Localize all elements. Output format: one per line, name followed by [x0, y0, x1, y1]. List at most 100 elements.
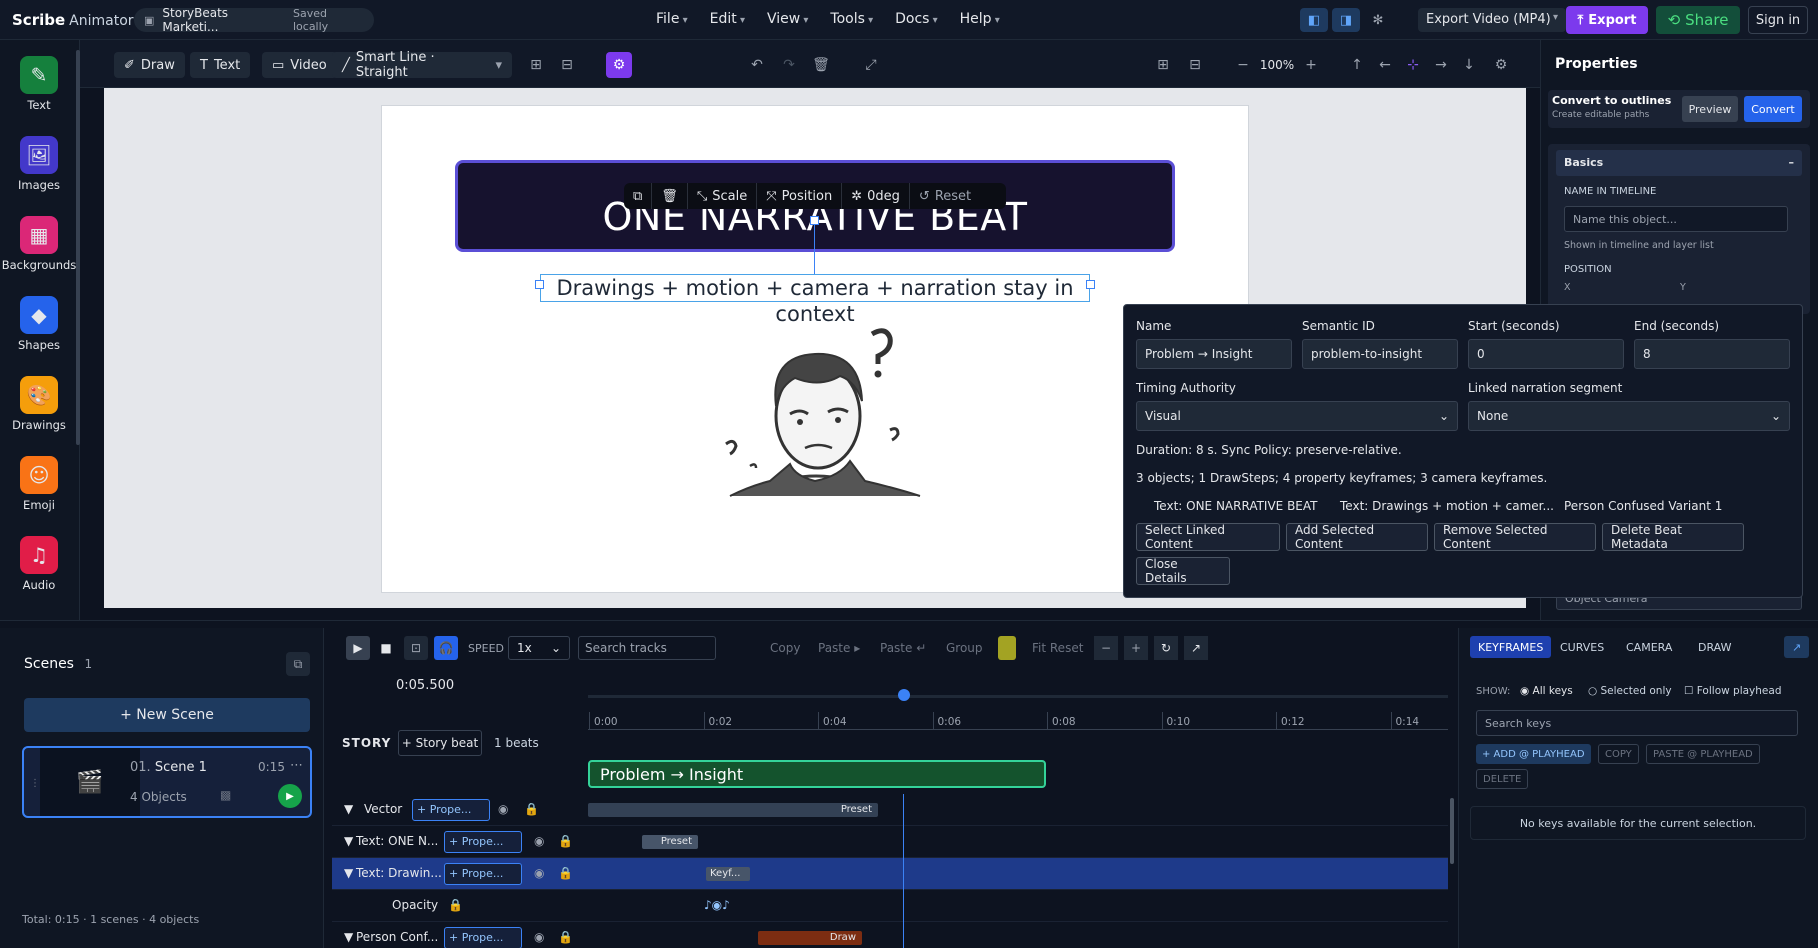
track-row[interactable]: Opacity 🔒 ♪◉♪	[332, 890, 1448, 922]
canvas-settings-icon[interactable]: ⚙	[1488, 52, 1514, 78]
lock-icon[interactable]: 🔒	[558, 834, 573, 848]
search-tracks-input[interactable]: Search tracks	[578, 636, 716, 660]
radio-all-keys[interactable]: ◉ All keys	[1520, 685, 1573, 697]
duplicate-icon[interactable]: ⧉	[624, 183, 653, 209]
layout-left-icon[interactable]: ◧	[1300, 8, 1328, 32]
menu-docs[interactable]: Docs	[887, 11, 946, 27]
story-beat-clip[interactable]: Problem → Insight	[588, 760, 1046, 788]
text-button[interactable]: T Text	[190, 52, 251, 78]
track-property-select[interactable]: + Prope...	[412, 799, 490, 821]
fullscreen-icon[interactable]: ⤢	[858, 52, 884, 78]
video-button[interactable]: ▭ Video	[262, 52, 337, 78]
arrow-up-icon[interactable]: ↑	[1344, 52, 1370, 78]
tool-backgrounds[interactable]: ▦ Backgrounds	[0, 216, 78, 272]
playhead-handle[interactable]	[898, 689, 910, 701]
fit-reset-button[interactable]: Fit Reset	[1032, 636, 1083, 660]
zoom-in-icon[interactable]: +	[1298, 52, 1324, 78]
delete-keys-button[interactable]: DELETE	[1476, 769, 1529, 789]
position-button[interactable]: ⤧ Position	[757, 183, 843, 209]
visibility-icon[interactable]: ◉	[498, 802, 508, 816]
signin-button[interactable]: Sign in	[1748, 6, 1808, 34]
anchor-handle[interactable]	[810, 216, 819, 225]
close-details-button[interactable]: Close Details	[1136, 557, 1230, 585]
popout-icon[interactable]: ↗	[1784, 636, 1810, 658]
export-button[interactable]: ⤒ Export	[1566, 6, 1648, 34]
layout-split-icon[interactable]: ◨	[1332, 8, 1360, 32]
visibility-icon[interactable]: ◉	[534, 930, 544, 944]
arrow-right-icon[interactable]: →	[1428, 52, 1454, 78]
lock-icon[interactable]: 🔒	[558, 866, 573, 880]
popup-narration-select[interactable]: None ⌄	[1468, 401, 1790, 431]
popup-semantic-input[interactable]: problem-to-insight	[1302, 339, 1458, 369]
tab-curves[interactable]: CURVES	[1552, 636, 1612, 658]
center-icon[interactable]: ⊹	[1400, 52, 1426, 78]
lock-icon[interactable]: 🔒	[558, 930, 573, 944]
resize-handle-right[interactable]	[1086, 280, 1095, 289]
lock-icon[interactable]: 🔒	[524, 802, 539, 816]
basics-header[interactable]: Basics –	[1556, 150, 1802, 176]
project-pill[interactable]: ▣ StoryBeats Marketi... Saved locally	[134, 6, 374, 34]
timeline-scrollbar[interactable]	[1450, 798, 1454, 864]
redo-icon[interactable]: ↷	[776, 52, 802, 78]
track-expand-icon[interactable]: ▼	[344, 866, 353, 880]
left-scrollbar[interactable]	[76, 50, 80, 445]
scene-card[interactable]: ⋮⋮ 🎬 01. Scene 1 0:15 ⋯ 4 Objects ▩ ▶	[22, 746, 312, 818]
follow-playhead-checkbox[interactable]: ☐ Follow playhead	[1684, 685, 1781, 697]
select-linked-button[interactable]: Select Linked Content	[1136, 523, 1280, 551]
visibility-icon[interactable]: ◉	[534, 834, 544, 848]
stop-icon[interactable]: ■	[374, 636, 398, 660]
track-property-select[interactable]: + Prope...	[444, 831, 522, 853]
zoom-in-timeline-icon[interactable]: +	[1124, 636, 1148, 660]
export-format-select[interactable]: Export Video (MP4) ▾	[1418, 8, 1566, 32]
track-clip[interactable]: Preset	[588, 803, 878, 817]
menu-file[interactable]: File	[648, 11, 696, 27]
tool-audio[interactable]: ♫ Audio	[0, 536, 78, 592]
undo-icon[interactable]: ↶	[744, 52, 770, 78]
track-clip[interactable]: Keyf...	[706, 867, 750, 881]
tool-text[interactable]: ✎ Text	[0, 56, 78, 112]
menu-tools[interactable]: Tools	[822, 11, 881, 27]
group-button[interactable]: Group	[946, 636, 983, 660]
expand-icon[interactable]: ↗	[1184, 636, 1208, 660]
paste-at-playhead-button[interactable]: PASTE @ PLAYHEAD	[1646, 744, 1760, 764]
rotation-button[interactable]: ✲ 0deg	[842, 183, 910, 209]
radio-selected-only[interactable]: ○ Selected only	[1588, 685, 1672, 697]
track-row-selected[interactable]: ▼ Text: Drawin... + Prope... ◉ 🔒 Keyf...	[332, 858, 1448, 890]
menu-edit[interactable]: Edit	[702, 11, 753, 27]
paste-button[interactable]: Paste ▸	[818, 636, 860, 660]
track-expand-icon[interactable]: ▼	[344, 802, 353, 816]
delete-beat-metadata-button[interactable]: Delete Beat Metadata	[1602, 523, 1744, 551]
copy-button[interactable]: Copy	[770, 636, 800, 660]
settings-icon[interactable]: ⚙	[606, 52, 632, 78]
menu-view[interactable]: View	[759, 11, 816, 27]
reset-button[interactable]: ↺ Reset	[910, 183, 980, 209]
smart-line-button[interactable]: ╱ Smart Line · Straight ▾	[332, 50, 512, 80]
add-at-playhead-button[interactable]: + ADD @ PLAYHEAD	[1476, 744, 1591, 764]
scenes-copy-icon[interactable]: ⧉	[286, 652, 310, 676]
tab-keyframes[interactable]: KEYFRAMES	[1470, 636, 1552, 658]
preview-button[interactable]: Preview	[1682, 96, 1738, 122]
play-scene-icon[interactable]: ▶	[278, 784, 302, 808]
subtitle-text[interactable]: Drawings + motion + camera + narration s…	[540, 274, 1090, 326]
delete-icon[interactable]: 🗑	[652, 183, 688, 209]
speed-select[interactable]: 1x ⌄	[508, 636, 570, 660]
scale-button[interactable]: ⤡ Scale	[688, 183, 758, 209]
resize-handle-left[interactable]	[535, 280, 544, 289]
track-clip[interactable]: Draw	[758, 931, 862, 945]
add-selected-button[interactable]: Add Selected Content	[1286, 523, 1428, 551]
track-property-select[interactable]: + Prope...	[444, 927, 522, 948]
tool-images[interactable]: 🖼 Images	[0, 136, 78, 192]
track-clip[interactable]: Preset	[642, 835, 698, 849]
grid-icon[interactable]: ⊞	[523, 52, 549, 78]
grid-alt-icon[interactable]: ⊟	[554, 52, 580, 78]
visibility-icon[interactable]: ◉	[534, 866, 544, 880]
new-scene-button[interactable]: + New Scene	[24, 698, 310, 732]
arrow-left-icon[interactable]: ←	[1372, 52, 1398, 78]
confused-person-drawing[interactable]	[690, 326, 940, 526]
add-story-beat-button[interactable]: + Story beat	[398, 730, 482, 756]
trash-icon[interactable]: 🗑	[808, 52, 834, 78]
track-row[interactable]: ▼ Vector + Prope... ◉ 🔒 Preset	[332, 794, 1448, 826]
keyframe-icon[interactable]: ♪◉♪	[704, 898, 730, 912]
loading-icon[interactable]: ✻	[1364, 8, 1392, 32]
share-button[interactable]: ⟲ Share	[1656, 6, 1740, 34]
